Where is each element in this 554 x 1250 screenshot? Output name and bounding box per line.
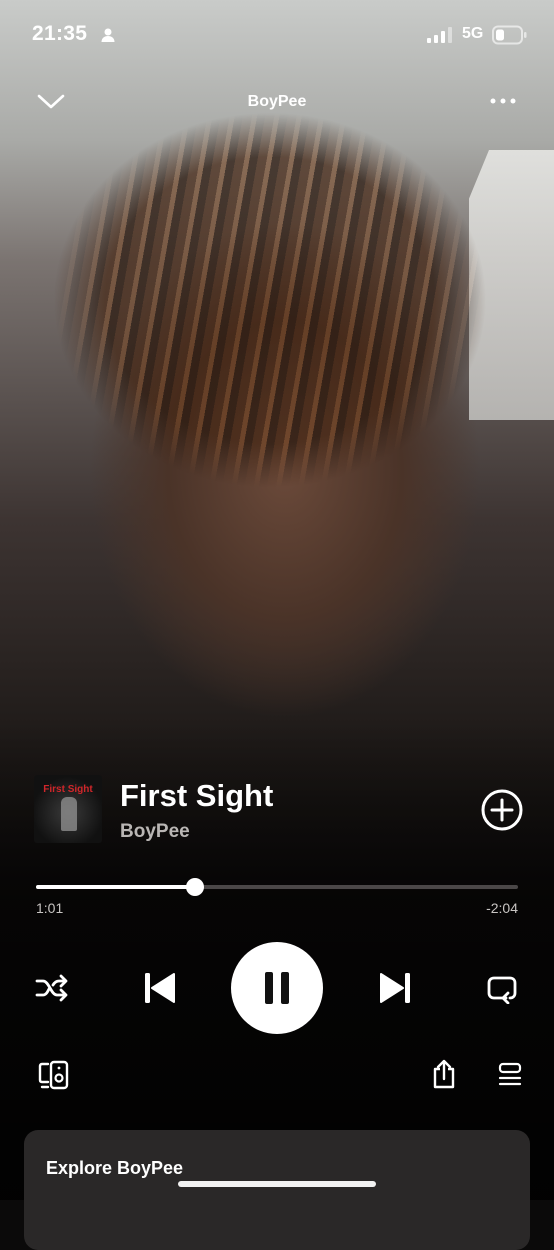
add-to-library-button[interactable] xyxy=(480,788,524,832)
share-button[interactable] xyxy=(424,1056,464,1092)
shuffle-button[interactable] xyxy=(30,970,74,1006)
share-icon xyxy=(433,1059,455,1089)
skip-next-icon xyxy=(380,973,410,1003)
signal-icon xyxy=(427,27,452,43)
next-button[interactable] xyxy=(373,965,419,1011)
network-type: 5G xyxy=(462,25,484,42)
repeat-icon xyxy=(487,976,517,1004)
album-cover[interactable]: First Sight xyxy=(34,775,102,843)
skip-previous-icon xyxy=(145,973,175,1003)
elapsed-time: 1:01 xyxy=(36,900,64,916)
person-icon xyxy=(101,28,115,42)
explore-card[interactable]: Explore BoyPee xyxy=(24,1130,530,1250)
status-bar: 21:35 5G xyxy=(0,0,554,70)
shuffle-icon xyxy=(35,974,68,1002)
pause-button[interactable] xyxy=(231,942,323,1034)
player-header: BoyPee xyxy=(0,80,554,124)
progress-fill xyxy=(36,885,196,889)
repeat-button[interactable] xyxy=(480,970,524,1006)
connect-device-button[interactable] xyxy=(34,1058,74,1092)
more-options-icon[interactable] xyxy=(488,92,518,110)
explore-title: Explore BoyPee xyxy=(46,1158,184,1178)
song-title[interactable]: First Sight xyxy=(120,778,273,814)
song-artist[interactable]: BoyPee xyxy=(120,821,190,843)
status-time: 21:35 xyxy=(32,22,88,45)
header-title: BoyPee xyxy=(247,93,307,110)
home-indicator[interactable] xyxy=(178,1181,376,1187)
progress-bar[interactable] xyxy=(36,878,518,896)
cover-text: First Sight xyxy=(43,784,93,795)
progress-thumb[interactable] xyxy=(186,878,205,896)
battery-icon xyxy=(492,25,527,45)
queue-icon xyxy=(498,1062,522,1086)
previous-button[interactable] xyxy=(136,965,182,1011)
devices-icon xyxy=(38,1060,69,1090)
now-playing-info: First Sight First Sight BoyPee xyxy=(34,775,524,847)
remaining-time: -2:04 xyxy=(486,900,518,916)
queue-button[interactable] xyxy=(490,1058,530,1092)
pause-icon xyxy=(265,972,289,1004)
